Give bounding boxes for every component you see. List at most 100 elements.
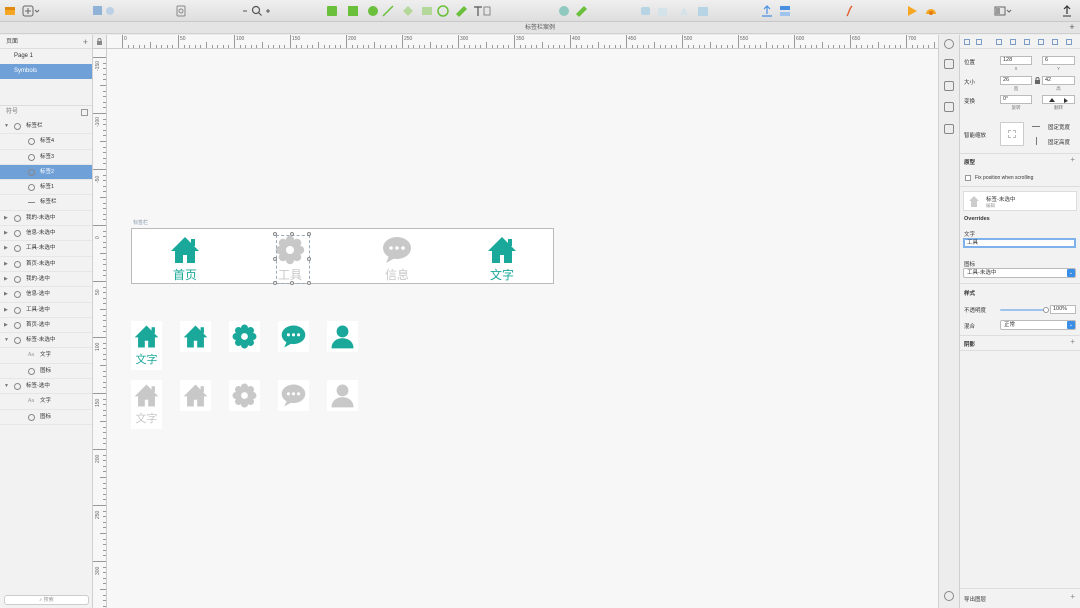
resize-handle[interactable]	[307, 281, 311, 285]
layout-icon[interactable]	[944, 81, 954, 91]
resize-handle[interactable]	[290, 232, 294, 236]
rotation-field[interactable]: 0°	[1000, 95, 1032, 104]
export-layer-label[interactable]: 导出图层	[964, 595, 986, 603]
layer-item[interactable]: 图标	[0, 364, 92, 380]
position-y-field[interactable]: 6	[1042, 56, 1075, 65]
align-right-icon[interactable]	[996, 39, 1002, 45]
lock-icon[interactable]	[96, 38, 103, 45]
layer-item[interactable]: 标签3	[0, 150, 92, 165]
artboard-label[interactable]: 标签栏	[133, 219, 148, 226]
layer-item[interactable]: ▶ 我的-选中	[0, 272, 92, 288]
layer-item[interactable]: ▼ 标签-未选中	[0, 333, 92, 349]
layer-item[interactable]: ▼ 标签-选中	[0, 379, 92, 395]
layer-item[interactable]: ▶ 工具-未选中	[0, 241, 92, 257]
home-symbol[interactable]	[180, 321, 211, 352]
resize-handle[interactable]	[273, 281, 277, 285]
position-x-field[interactable]: 128	[1000, 56, 1032, 65]
resize-handle[interactable]	[273, 257, 277, 261]
add-icon[interactable]	[22, 5, 40, 17]
resize-center[interactable]	[1008, 130, 1016, 138]
share-icon[interactable]	[1062, 5, 1072, 17]
override-text-input[interactable]: 工具	[963, 238, 1076, 248]
disclosure-closed-icon[interactable]: ▶	[4, 211, 8, 226]
layer-item[interactable]: ▼ 标签栏	[0, 119, 92, 135]
disclosure-open-icon[interactable]: ▼	[4, 333, 9, 348]
user-symbol[interactable]	[327, 321, 358, 352]
symbols-icon[interactable]	[944, 102, 954, 112]
layer-item[interactable]: Aa 文字	[0, 348, 92, 364]
add-page-icon[interactable]: +	[83, 35, 88, 49]
layer-item[interactable]: 标签栏	[0, 195, 92, 211]
chat-symbol[interactable]	[278, 380, 309, 411]
resize-handle[interactable]	[290, 281, 294, 285]
disclosure-closed-icon[interactable]: ▶	[4, 318, 8, 333]
add-tab-icon[interactable]: +	[1067, 23, 1077, 33]
disclosure-closed-icon[interactable]: ▶	[4, 303, 8, 318]
text-tab-symbol[interactable]: 文字	[131, 321, 162, 370]
view-icon[interactable]	[994, 5, 1012, 17]
collapse-layers-icon[interactable]	[81, 109, 88, 116]
align-left-icon[interactable]	[964, 39, 970, 45]
disclosure-open-icon[interactable]: ▼	[4, 379, 9, 394]
insert-icon[interactable]	[4, 5, 16, 17]
layer-item[interactable]: 标签2	[0, 164, 92, 181]
layer-item[interactable]: 标签4	[0, 134, 92, 150]
symbol-master-card[interactable]: 标签-未选中 编辑	[963, 191, 1077, 211]
layer-item[interactable]: ▶ 工具-选中	[0, 303, 92, 318]
text-tab-symbol[interactable]: 文字	[131, 380, 162, 429]
flip-icon[interactable]	[1049, 97, 1069, 103]
page-item-page1[interactable]: Page 1	[0, 49, 92, 64]
home-symbol[interactable]	[180, 380, 211, 411]
user-symbol[interactable]	[327, 380, 358, 411]
opacity-slider-handle[interactable]	[1043, 307, 1049, 313]
fix-height-label[interactable]: 固定高度	[1048, 138, 1070, 146]
resize-handle[interactable]	[273, 232, 277, 236]
symbol-icon[interactable]	[176, 5, 186, 17]
gear-symbol[interactable]	[229, 321, 260, 352]
override-icon-select[interactable]: 工具-未选中 ⌄	[963, 268, 1076, 278]
page-item-symbols[interactable]: Symbols	[0, 64, 92, 79]
add-shadow-icon[interactable]: +	[1070, 337, 1075, 346]
document-icon[interactable]	[944, 39, 954, 49]
preview-icon[interactable]	[906, 5, 942, 17]
disclosure-open-icon[interactable]: ▼	[4, 119, 9, 134]
disclosure-closed-icon[interactable]: ▶	[4, 241, 8, 256]
shape-tools[interactable]	[326, 5, 491, 17]
layer-item[interactable]: ▶ 信息-选中	[0, 287, 92, 303]
layer-item[interactable]: ▶ 首页-未选中	[0, 257, 92, 272]
align-bottom-icon[interactable]	[1038, 39, 1044, 45]
fix-width-label[interactable]: 固定宽度	[1048, 123, 1070, 131]
inspect-icon[interactable]	[944, 59, 954, 69]
distribute-h-icon[interactable]	[1052, 39, 1058, 45]
layer-item[interactable]: 标签1	[0, 180, 92, 196]
tabbar-symbol[interactable]: 首页 工具 信息 文字	[131, 228, 554, 285]
blend-mode-select[interactable]: 正常 ⌄	[1000, 320, 1076, 330]
align-top-icon[interactable]	[1010, 39, 1016, 45]
opacity-slider[interactable]	[1000, 309, 1046, 311]
layer-item[interactable]: ▶ 信息-未选中	[0, 226, 92, 242]
ruler-horizontal[interactable]: 0 50 100 150 200 250 300 350 400 450 500 550 600 650 7…	[93, 35, 938, 49]
chat-symbol[interactable]	[278, 321, 309, 352]
opacity-field[interactable]: 100%	[1050, 305, 1076, 314]
group-icon[interactable]	[92, 5, 116, 17]
disclosure-closed-icon[interactable]: ▶	[4, 287, 8, 302]
fix-width-icon[interactable]	[1032, 126, 1040, 127]
disclosure-closed-icon[interactable]: ▶	[4, 257, 8, 272]
resize-handle[interactable]	[307, 232, 311, 236]
tab-1[interactable]: 首页	[145, 229, 225, 285]
align-middle-icon[interactable]	[1024, 39, 1030, 45]
add-export-icon[interactable]: +	[1070, 592, 1075, 601]
distribute-v-icon[interactable]	[1066, 39, 1072, 45]
height-field[interactable]: 42	[1042, 76, 1075, 85]
layer-item[interactable]: ▶ 首页-选中	[0, 318, 92, 334]
boolean-tools[interactable]	[640, 5, 712, 17]
zoom-icon[interactable]	[242, 5, 272, 17]
selection-outline[interactable]	[276, 235, 310, 284]
tab-4[interactable]: 文字	[462, 229, 542, 285]
grid-icon[interactable]	[944, 124, 954, 134]
layer-item[interactable]: Aa 文字	[0, 394, 92, 410]
ruler-vertical[interactable]: -150 -100 -50 0 50 100 150 200 250 300	[93, 49, 107, 608]
arrange-icon[interactable]	[760, 5, 792, 17]
layer-item[interactable]: 图标	[0, 410, 92, 425]
resize-constraints-widget[interactable]	[1000, 122, 1024, 146]
